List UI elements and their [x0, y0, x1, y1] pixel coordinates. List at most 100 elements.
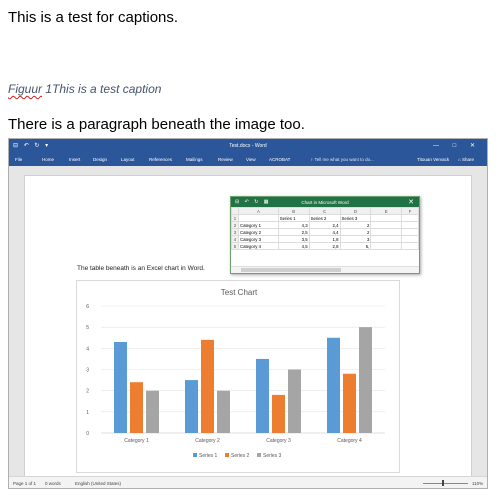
excel-cell[interactable]: 2,8	[308, 242, 341, 250]
chart-bar	[343, 373, 356, 433]
y-tick-label: 1	[86, 410, 89, 416]
y-tick-label: 6	[86, 304, 89, 310]
excel-column-header[interactable]: B	[277, 207, 310, 215]
legend-swatch	[225, 453, 229, 457]
chart-title: Test Chart	[221, 288, 258, 297]
excel-cell[interactable]: Series 1	[277, 214, 310, 222]
tell-me-search[interactable]: ♀ Tell me what you want to do...	[310, 157, 374, 162]
chart-bar	[272, 394, 285, 433]
word-screenshot: ⊟ ↶ ↻ ▾ Test.docx - Word — □ ✕ File Home…	[8, 138, 488, 489]
excel-cell[interactable]	[401, 214, 419, 222]
tab-mailings[interactable]: Mailings	[186, 157, 203, 162]
chart-bar	[256, 358, 269, 433]
excel-row-header[interactable]: 1	[231, 214, 239, 222]
excel-cell[interactable]: Category 3	[237, 235, 279, 243]
tab-home[interactable]: Home	[42, 157, 54, 162]
word-ribbon-tabs: File Home Insert Design Layout Reference…	[9, 153, 487, 166]
excel-cell[interactable]: 3,5	[277, 235, 310, 243]
excel-cell[interactable]: 2,4	[308, 221, 341, 229]
excel-horizontal-scrollbar[interactable]	[231, 266, 419, 273]
tab-layout[interactable]: Layout	[121, 157, 135, 162]
excel-cell[interactable]: 5,	[339, 242, 372, 250]
excel-cell[interactable]: 2	[339, 228, 372, 236]
excel-cell[interactable]	[401, 221, 419, 229]
excel-cell[interactable]: Category 4	[237, 242, 279, 250]
tab-acrobat[interactable]: ACROBAT	[269, 157, 290, 162]
excel-row-header[interactable]: 2	[231, 221, 239, 229]
excel-data-window[interactable]: ⊟ ↶ ↻ ▦ Chart in Microsoft Word ✕ A B C …	[230, 196, 420, 274]
excel-cell[interactable]: 3	[339, 235, 372, 243]
zoom-slider-thumb[interactable]	[442, 480, 445, 486]
tab-design[interactable]: Design	[93, 157, 107, 162]
zoom-slider[interactable]	[423, 483, 468, 484]
embedded-chart[interactable]: Test Chart 0 1 2 3 4 5 6 Category 1 Category 2 Cat…	[76, 280, 400, 473]
legend-label: Series 2	[231, 453, 250, 459]
scrollbar-thumb[interactable]	[241, 268, 341, 272]
excel-cell[interactable]: Series 2	[308, 214, 341, 222]
excel-cell[interactable]: 2,5	[277, 228, 310, 236]
user-name[interactable]: Titouan Vervack	[417, 157, 449, 162]
legend-swatch	[257, 453, 261, 457]
excel-cell[interactable]	[237, 214, 279, 222]
tab-file[interactable]: File	[15, 157, 22, 162]
page-body-text: The table beneath is an Excel chart in W…	[77, 265, 205, 272]
excel-row-header[interactable]: 3	[231, 228, 239, 236]
chart-bar	[359, 327, 372, 433]
legend-label: Series 1	[199, 453, 218, 459]
excel-corner[interactable]	[231, 207, 239, 215]
excel-cell[interactable]: 2	[339, 221, 372, 229]
word-count[interactable]: 0 words	[45, 481, 61, 486]
document-line-1: This is a test for captions.	[8, 9, 179, 26]
document-page: The table beneath is an Excel chart in W…	[24, 175, 472, 478]
window-controls[interactable]: — □ ✕	[433, 142, 481, 149]
excel-column-header[interactable]: F	[401, 207, 419, 215]
chart-bar	[130, 382, 143, 433]
excel-cell[interactable]	[370, 242, 403, 250]
word-status-bar: Page 1 of 1 0 words English (United Stat…	[9, 476, 487, 488]
excel-cell[interactable]: 4,5	[277, 242, 310, 250]
excel-column-header[interactable]: E	[370, 207, 403, 215]
tab-references[interactable]: References	[149, 157, 172, 162]
excel-grid[interactable]: A B C D E F 1 Series 1 Series 2 Series 3	[231, 207, 419, 250]
chart-bar	[201, 339, 214, 433]
y-tick-label: 3	[86, 368, 89, 374]
y-tick-label: 0	[86, 431, 89, 437]
excel-cell[interactable]	[370, 214, 403, 222]
y-tick-label: 5	[86, 325, 89, 331]
excel-cell[interactable]	[370, 228, 403, 236]
excel-cell[interactable]: Series 3	[339, 214, 372, 222]
y-tick-label: 2	[86, 389, 89, 395]
tab-review[interactable]: Review	[218, 157, 233, 162]
excel-column-header[interactable]: D	[339, 207, 372, 215]
excel-cell[interactable]	[401, 242, 419, 250]
excel-cell[interactable]: 4,3	[277, 221, 310, 229]
tab-view[interactable]: View	[246, 157, 256, 162]
excel-cell[interactable]	[370, 235, 403, 243]
tab-insert[interactable]: Insert	[69, 157, 80, 162]
excel-cell[interactable]: Category 1	[237, 221, 279, 229]
chart-bar	[217, 390, 230, 433]
excel-cell[interactable]: 1,8	[308, 235, 341, 243]
excel-row-header[interactable]: 5	[231, 242, 239, 250]
excel-cell[interactable]	[401, 228, 419, 236]
excel-cell[interactable]	[401, 235, 419, 243]
language-status[interactable]: English (United States)	[75, 481, 121, 486]
x-tick-label: Category 2	[195, 438, 220, 444]
close-icon[interactable]: ✕	[408, 198, 414, 206]
x-tick-label: Category 3	[266, 438, 291, 444]
legend-swatch	[193, 453, 197, 457]
chart-bar	[288, 369, 301, 433]
page-count[interactable]: Page 1 of 1	[13, 481, 36, 486]
zoom-level[interactable]: 110%	[472, 481, 483, 486]
excel-column-header[interactable]: C	[308, 207, 341, 215]
excel-column-header[interactable]: A	[237, 207, 279, 215]
share-button[interactable]: ⌂ Share	[458, 157, 474, 162]
chart-bar	[114, 341, 127, 433]
x-tick-label: Category 4	[337, 438, 362, 444]
chart-svg: Test Chart 0 1 2 3 4 5 6 Category 1 Category 2 Cat…	[86, 288, 385, 459]
excel-cell[interactable]: Category 2	[237, 228, 279, 236]
excel-row-header[interactable]: 4	[231, 235, 239, 243]
excel-cell[interactable]	[370, 221, 403, 229]
caption-text: This is a test caption	[52, 82, 162, 96]
excel-cell[interactable]: 4,4	[308, 228, 341, 236]
